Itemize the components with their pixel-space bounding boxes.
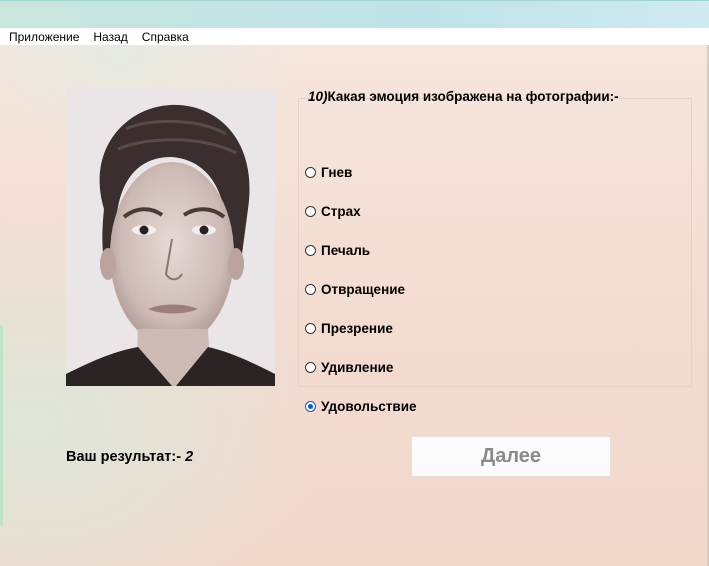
radio-button[interactable] — [305, 283, 316, 295]
radio-button-selected[interactable] — [305, 400, 316, 412]
option-surprise[interactable]: Удивление — [305, 358, 393, 376]
option-anger[interactable]: Гнев — [305, 163, 352, 181]
option-pleasure[interactable]: Удовольствие — [305, 397, 417, 415]
option-label: Печаль — [321, 242, 371, 258]
option-label: Удовольствие — [321, 398, 417, 414]
option-label: Удивление — [321, 359, 394, 375]
question-text: Какая эмоция изображена на фотографии:- — [327, 89, 619, 104]
radio-button[interactable] — [305, 205, 316, 217]
radio-button[interactable] — [305, 361, 316, 373]
score-label: Ваш результат:- — [66, 449, 182, 465]
option-label: Отвращение — [321, 281, 406, 297]
menu-item-app[interactable]: Приложение — [9, 30, 79, 44]
radio-button[interactable] — [305, 166, 316, 178]
question-title: 10)Какая эмоция изображена на фотографии… — [308, 89, 619, 104]
menu-item-back[interactable]: Назад — [93, 30, 127, 44]
radio-button[interactable] — [305, 322, 316, 334]
option-contempt[interactable]: Презрение — [305, 319, 393, 337]
option-disgust[interactable]: Отвращение — [305, 280, 405, 298]
face-photo — [66, 89, 275, 386]
score-value: 2 — [185, 449, 194, 465]
radio-button[interactable] — [305, 244, 316, 256]
question-number: 10) — [308, 89, 328, 104]
option-label: Презрение — [321, 320, 393, 336]
menu-bar: Приложение Назад Справка — [0, 28, 709, 45]
score-display: Ваш результат:- 2 — [66, 449, 193, 465]
option-label: Гнев — [321, 164, 353, 180]
option-label: Страх — [321, 203, 361, 219]
menu-item-help[interactable]: Справка — [142, 30, 189, 44]
next-button[interactable]: Далее — [411, 436, 611, 477]
face-photo-image — [66, 89, 275, 386]
option-sadness[interactable]: Печаль — [305, 241, 370, 259]
background-accent — [0, 325, 3, 525]
option-fear[interactable]: Страх — [305, 202, 361, 220]
window-title-bar — [0, 0, 709, 29]
